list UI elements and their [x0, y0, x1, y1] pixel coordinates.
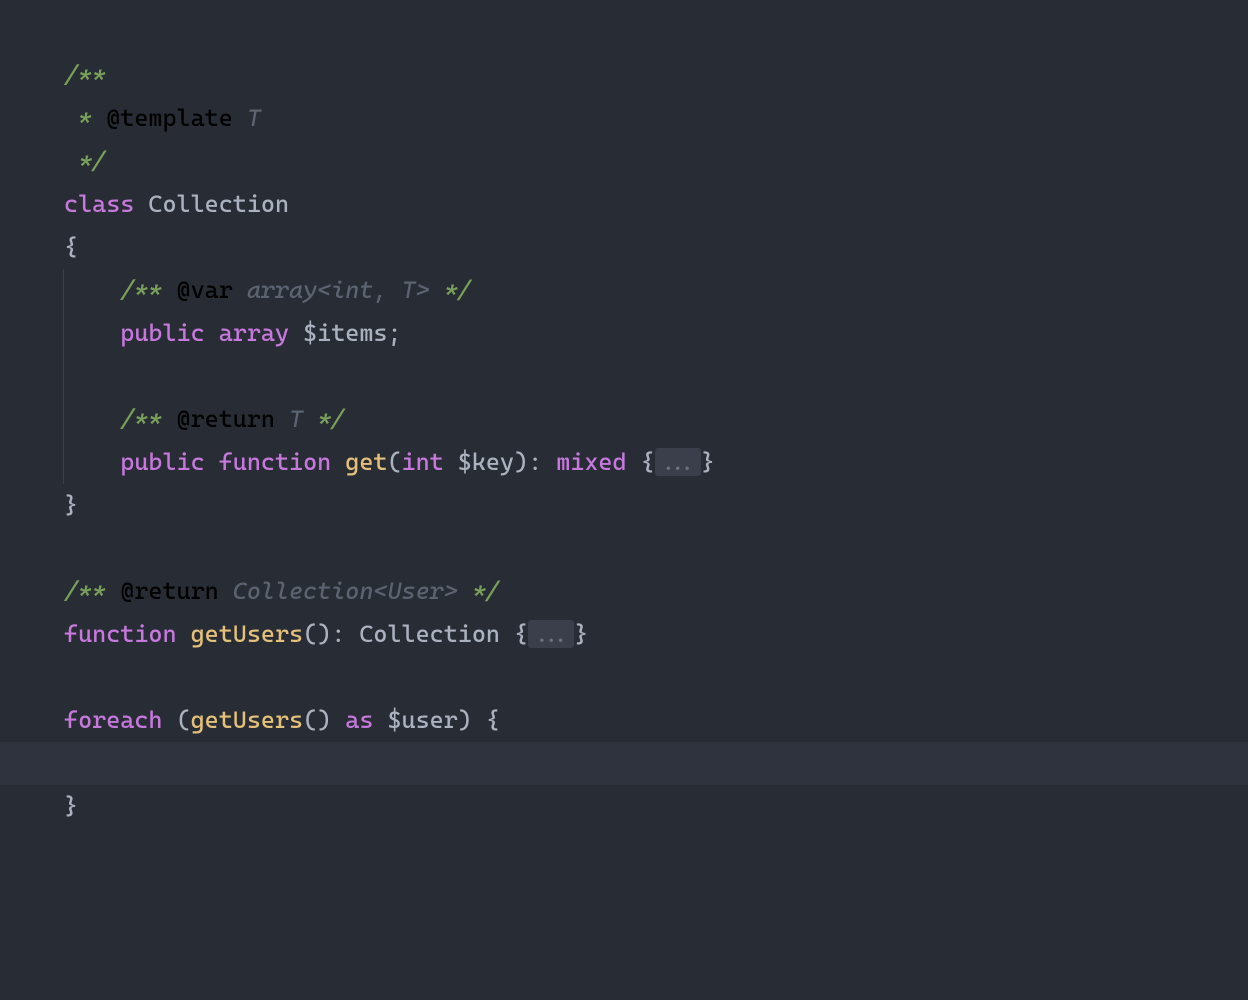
token-doc-delim: /**: [120, 405, 176, 433]
code-line[interactable]: }: [64, 785, 1248, 828]
token-plain: [162, 706, 176, 734]
token-plain: [289, 319, 303, 347]
token-punc: }: [574, 620, 588, 648]
code-fold-indicator[interactable]: ...: [655, 448, 701, 476]
code-line[interactable]: [64, 355, 1248, 398]
token-punc: {: [641, 448, 655, 476]
token-keyword: as: [345, 706, 373, 734]
token-punc: {: [514, 620, 528, 648]
token-doc-delim: /**: [64, 61, 106, 89]
token-keyword: foreach: [64, 706, 162, 734]
token-keyword: int: [402, 448, 444, 476]
token-classuse: Collection: [359, 620, 500, 648]
token-plain: [373, 706, 387, 734]
indent-guide: [63, 312, 120, 355]
code-line[interactable]: [64, 656, 1248, 699]
token-var: $items: [303, 319, 387, 347]
token-plain: [177, 620, 191, 648]
code-line[interactable]: /** @var array<int, T> */: [64, 269, 1248, 312]
code-line[interactable]: {: [64, 226, 1248, 269]
code-line[interactable]: * @template T: [64, 97, 1248, 140]
token-punc: (): [303, 706, 345, 734]
token-doc-delim: /**: [64, 577, 120, 605]
token-func: getUsers: [191, 620, 304, 648]
token-punc: ) {: [458, 706, 500, 734]
token-plain: [627, 448, 641, 476]
token-doc-delim: */: [303, 405, 345, 433]
code-editor[interactable]: /** * @template T */ class Collection { /*…: [0, 0, 1248, 1000]
token-doc-type: array<int, T>: [233, 276, 430, 304]
token-plain: [331, 448, 345, 476]
indent-guide: [63, 269, 120, 312]
token-var: $user: [387, 706, 457, 734]
code-line[interactable]: /** @return T */: [64, 398, 1248, 441]
token-plain: [205, 448, 219, 476]
code-line[interactable]: foreach (getUsers() as $user) {: [64, 699, 1248, 742]
token-plain: [500, 620, 514, 648]
token-plain: [134, 190, 148, 218]
token-keyword: function: [64, 620, 177, 648]
code-line[interactable]: */: [64, 140, 1248, 183]
token-punc: (: [177, 706, 191, 734]
code-line[interactable]: class Collection: [64, 183, 1248, 226]
code-line[interactable]: function getUsers(): Collection {...}: [64, 613, 1248, 656]
token-keyword: public: [120, 319, 204, 347]
token-punc: ():: [303, 620, 359, 648]
token-doc-type: T: [233, 104, 261, 132]
code-fold-indicator[interactable]: ...: [528, 620, 574, 648]
token-var: $key: [458, 448, 514, 476]
token-keyword: mixed: [556, 448, 626, 476]
token-punc: }: [701, 448, 715, 476]
token-doc-star: *: [64, 104, 106, 132]
code-line[interactable]: public function get(int $key): mixed {..…: [64, 441, 1248, 484]
token-func: get: [345, 448, 387, 476]
code-line[interactable]: [64, 527, 1248, 570]
token-doc-tag: @return: [177, 405, 275, 433]
token-doc-delim: */: [458, 577, 500, 605]
indent-guide: [63, 398, 120, 441]
token-keyword: array: [219, 319, 289, 347]
indent-guide: [63, 355, 120, 398]
token-punc: ):: [514, 448, 556, 476]
token-punc: {: [64, 233, 78, 261]
indent-guide: [63, 441, 120, 484]
token-doc-type: T: [275, 405, 303, 433]
token-doc-tag: @return: [120, 577, 218, 605]
token-func: getUsers: [191, 706, 304, 734]
token-keyword: class: [64, 190, 134, 218]
code-line[interactable]: public array $items;: [64, 312, 1248, 355]
code-area[interactable]: /** * @template T */ class Collection { /*…: [0, 0, 1248, 828]
token-classname: Collection: [148, 190, 289, 218]
token-plain: [205, 319, 219, 347]
token-doc-tag: @var: [177, 276, 233, 304]
token-plain: [444, 448, 458, 476]
token-keyword: public: [120, 448, 204, 476]
code-line[interactable]: /** @return Collection<User> */: [64, 570, 1248, 613]
code-line[interactable]: [64, 742, 1248, 785]
token-keyword: function: [219, 448, 332, 476]
token-doc-delim: */: [430, 276, 472, 304]
code-line[interactable]: }: [64, 484, 1248, 527]
token-doc-delim: */: [64, 147, 106, 175]
token-doc-tag: @template: [106, 104, 233, 132]
token-punc: ;: [387, 319, 401, 347]
token-doc-type: Collection<User>: [219, 577, 458, 605]
token-doc-delim: /**: [120, 276, 176, 304]
token-punc: }: [64, 792, 78, 820]
token-punc: (: [387, 448, 401, 476]
code-line[interactable]: /**: [64, 54, 1248, 97]
token-punc: }: [64, 491, 78, 519]
